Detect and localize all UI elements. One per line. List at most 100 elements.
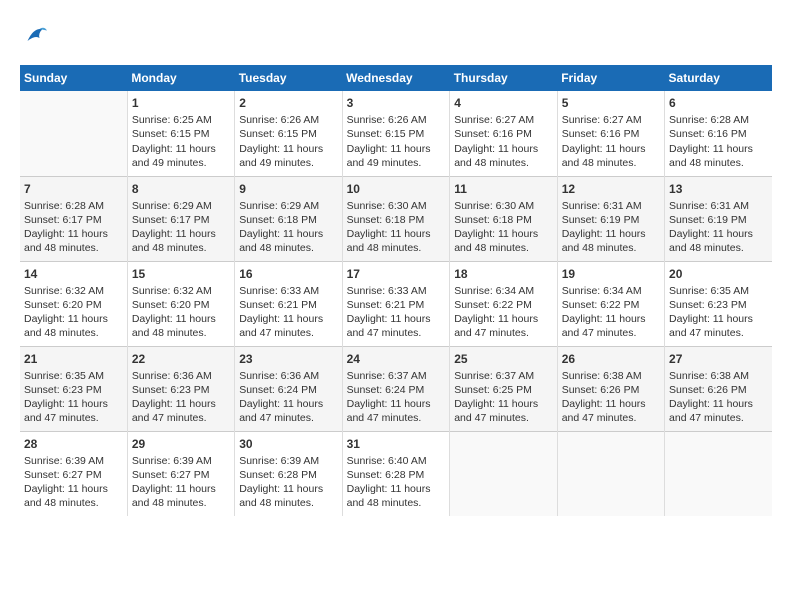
day-number: 23 — [239, 351, 337, 367]
sunrise-text: Sunrise: 6:25 AM — [132, 114, 212, 126]
calendar-day-cell — [20, 91, 127, 176]
daylight-text: Daylight: 11 hours and 47 minutes. — [454, 313, 538, 339]
sunrise-text: Sunrise: 6:26 AM — [347, 114, 427, 126]
day-number: 4 — [454, 95, 552, 111]
calendar-day-cell: 21 Sunrise: 6:35 AM Sunset: 6:23 PM Dayligh… — [20, 346, 127, 431]
calendar-day-cell: 18Sunrise: 6:34 AMSunset: 6:22 PMDayligh… — [450, 261, 557, 346]
sunset-text: Sunset: 6:27 PM — [132, 469, 210, 481]
sunset-text: Sunset: 6:26 PM — [562, 384, 640, 396]
calendar-week-row: 7Sunrise: 6:28 AMSunset: 6:17 PMDaylight… — [20, 176, 772, 261]
sunrise-text: Sunrise: 6:28 AM — [24, 200, 104, 212]
daylight-text: Daylight: 11 hours and 48 minutes. — [347, 228, 431, 254]
sunset-text: Sunset: 6:19 PM — [562, 214, 640, 226]
calendar-day-cell: 9Sunrise: 6:29 AMSunset: 6:18 PMDaylight… — [235, 176, 342, 261]
calendar-week-row: 14 Sunrise: 6:32 AM Sunset: 6:20 PM Dayligh… — [20, 261, 772, 346]
sunset-text: Sunset: 6:25 PM — [454, 384, 532, 396]
calendar-week-row: 1 Sunrise: 6:25 AM Sunset: 6:15 PM Daylight… — [20, 91, 772, 176]
day-number: 24 — [347, 351, 446, 367]
sunrise-text: Sunrise: 6:27 AM — [562, 114, 642, 126]
sunset-text: Sunset: 6:24 PM — [239, 384, 317, 396]
sunrise-text: Sunrise: 6:36 AM — [239, 370, 319, 382]
calendar-day-cell: 30Sunrise: 6:39 AMSunset: 6:28 PMDayligh… — [235, 431, 342, 516]
day-number: 12 — [562, 181, 660, 197]
calendar-day-cell: 31Sunrise: 6:40 AMSunset: 6:28 PMDayligh… — [342, 431, 450, 516]
sunset-text: Sunset: 6:22 PM — [562, 299, 640, 311]
sunset-text: Sunset: 6:23 PM — [24, 384, 102, 396]
daylight-text: Daylight: 11 hours and 49 minutes. — [347, 143, 431, 169]
daylight-text: Daylight: 11 hours and 47 minutes. — [239, 398, 323, 424]
daylight-text: Daylight: 11 hours and 47 minutes. — [132, 398, 216, 424]
day-number: 21 — [24, 351, 123, 367]
sunrise-text: Sunrise: 6:38 AM — [669, 370, 749, 382]
weekday-header: Tuesday — [235, 65, 342, 91]
day-number: 9 — [239, 181, 337, 197]
calendar-table: SundayMondayTuesdayWednesdayThursdayFrid… — [20, 65, 772, 516]
daylight-text: Daylight: 11 hours and 48 minutes. — [132, 483, 216, 509]
daylight-text: Daylight: 11 hours and 47 minutes. — [454, 398, 538, 424]
calendar-day-cell: 24Sunrise: 6:37 AMSunset: 6:24 PMDayligh… — [342, 346, 450, 431]
calendar-day-cell: 25Sunrise: 6:37 AMSunset: 6:25 PMDayligh… — [450, 346, 557, 431]
day-number: 19 — [562, 266, 660, 282]
sunrise-text: Sunrise: 6:35 AM — [24, 370, 104, 382]
calendar-day-cell: 29Sunrise: 6:39 AMSunset: 6:27 PMDayligh… — [127, 431, 234, 516]
day-number: 25 — [454, 351, 552, 367]
daylight-text: Daylight: 11 hours and 48 minutes. — [562, 228, 646, 254]
day-number: 17 — [347, 266, 446, 282]
day-number: 8 — [132, 181, 230, 197]
sunset-text: Sunset: 6:18 PM — [454, 214, 532, 226]
day-number: 20 — [669, 266, 768, 282]
weekday-header: Thursday — [450, 65, 557, 91]
calendar-day-cell: 1 Sunrise: 6:25 AM Sunset: 6:15 PM Daylight… — [127, 91, 234, 176]
calendar-day-cell: 7Sunrise: 6:28 AMSunset: 6:17 PMDaylight… — [20, 176, 127, 261]
daylight-text: Daylight: 11 hours and 48 minutes. — [454, 143, 538, 169]
calendar-day-cell: 26Sunrise: 6:38 AMSunset: 6:26 PMDayligh… — [557, 346, 664, 431]
daylight-text: Daylight: 11 hours and 47 minutes. — [562, 398, 646, 424]
sunrise-text: Sunrise: 6:33 AM — [347, 285, 427, 297]
calendar-day-cell: 6Sunrise: 6:28 AMSunset: 6:16 PMDaylight… — [665, 91, 772, 176]
sunrise-text: Sunrise: 6:33 AM — [239, 285, 319, 297]
sunset-text: Sunset: 6:20 PM — [24, 299, 102, 311]
calendar-day-cell: 2Sunrise: 6:26 AMSunset: 6:15 PMDaylight… — [235, 91, 342, 176]
calendar-day-cell — [557, 431, 664, 516]
day-number: 13 — [669, 181, 768, 197]
calendar-day-cell — [665, 431, 772, 516]
sunset-text: Sunset: 6:20 PM — [132, 299, 210, 311]
sunset-text: Sunset: 6:21 PM — [239, 299, 317, 311]
daylight-text: Daylight: 11 hours and 48 minutes. — [24, 228, 108, 254]
sunrise-text: Sunrise: 6:26 AM — [239, 114, 319, 126]
sunrise-text: Sunrise: 6:39 AM — [132, 455, 212, 467]
weekday-header-row: SundayMondayTuesdayWednesdayThursdayFrid… — [20, 65, 772, 91]
calendar-day-cell: 5Sunrise: 6:27 AMSunset: 6:16 PMDaylight… — [557, 91, 664, 176]
sunrise-text: Sunrise: 6:39 AM — [24, 455, 104, 467]
daylight-text: Daylight: 11 hours and 48 minutes. — [454, 228, 538, 254]
sunrise-text: Sunrise: 6:35 AM — [669, 285, 749, 297]
day-number: 2 — [239, 95, 337, 111]
daylight-text: Daylight: 11 hours and 47 minutes. — [562, 313, 646, 339]
daylight-text: Daylight: 11 hours and 48 minutes. — [669, 228, 753, 254]
day-number: 14 — [24, 266, 123, 282]
weekday-header: Monday — [127, 65, 234, 91]
sunrise-text: Sunrise: 6:31 AM — [669, 200, 749, 212]
daylight-text: Daylight: 11 hours and 47 minutes. — [347, 398, 431, 424]
calendar-day-cell — [450, 431, 557, 516]
sunrise-text: Sunrise: 6:31 AM — [562, 200, 642, 212]
daylight-text: Daylight: 11 hours and 48 minutes. — [239, 228, 323, 254]
day-number: 1 — [132, 95, 230, 111]
calendar-week-row: 28 Sunrise: 6:39 AM Sunset: 6:27 PM Dayligh… — [20, 431, 772, 516]
calendar-day-cell: 4Sunrise: 6:27 AMSunset: 6:16 PMDaylight… — [450, 91, 557, 176]
sunset-text: Sunset: 6:15 PM — [132, 128, 210, 140]
daylight-text: Daylight: 11 hours and 47 minutes. — [669, 313, 753, 339]
calendar-day-cell: 8Sunrise: 6:29 AMSunset: 6:17 PMDaylight… — [127, 176, 234, 261]
weekday-header: Wednesday — [342, 65, 450, 91]
daylight-text: Daylight: 11 hours and 47 minutes. — [24, 398, 108, 424]
sunset-text: Sunset: 6:18 PM — [239, 214, 317, 226]
day-number: 28 — [24, 436, 123, 452]
sunrise-text: Sunrise: 6:36 AM — [132, 370, 212, 382]
daylight-text: Daylight: 11 hours and 49 minutes. — [132, 143, 216, 169]
sunrise-text: Sunrise: 6:27 AM — [454, 114, 534, 126]
day-number: 6 — [669, 95, 768, 111]
sunrise-text: Sunrise: 6:28 AM — [669, 114, 749, 126]
sunset-text: Sunset: 6:15 PM — [239, 128, 317, 140]
daylight-text: Daylight: 11 hours and 47 minutes. — [347, 313, 431, 339]
sunrise-text: Sunrise: 6:32 AM — [24, 285, 104, 297]
